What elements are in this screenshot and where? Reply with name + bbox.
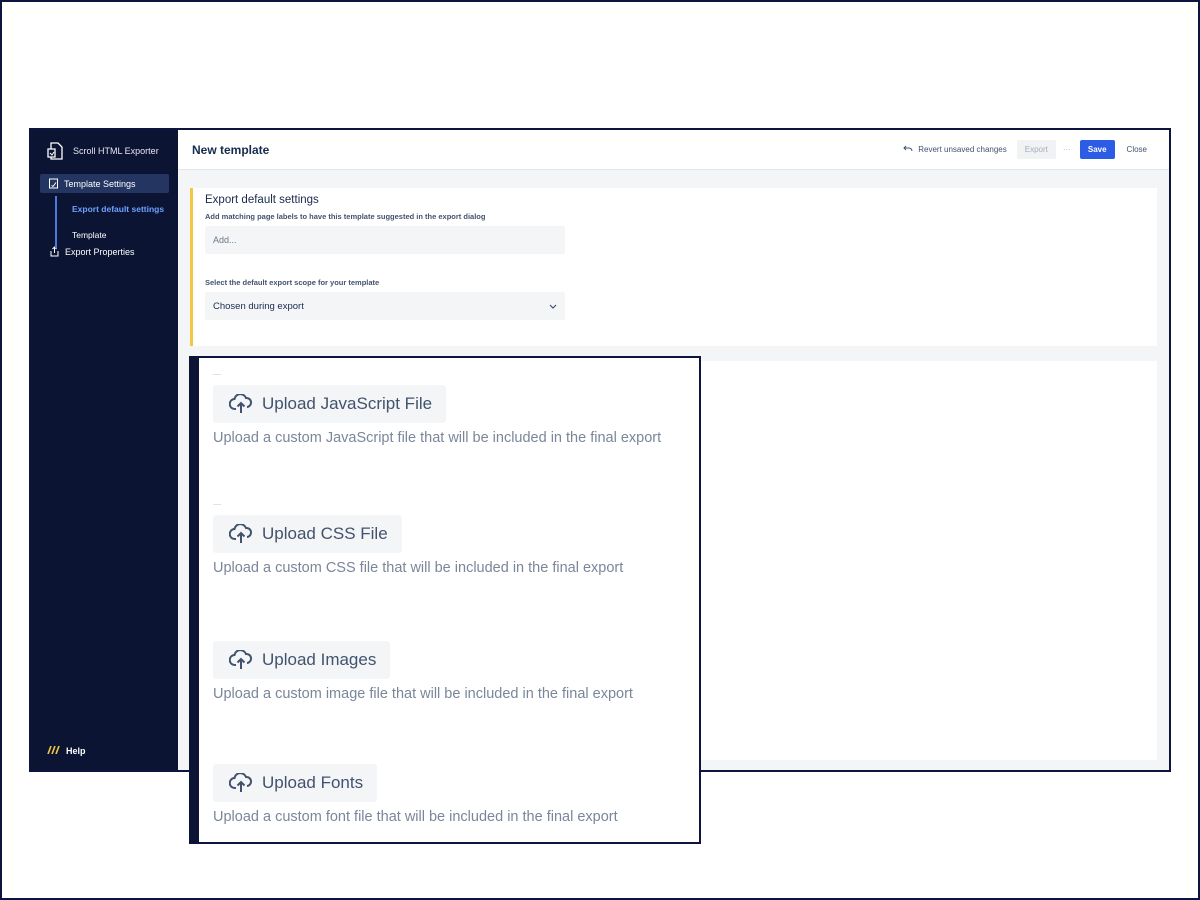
sidebar-item-label: Template Settings — [64, 178, 136, 189]
revert-button[interactable]: Revert unsaved changes — [903, 145, 1007, 154]
app-header: Scroll HTML Exporter — [31, 130, 178, 172]
upload-fonts-button[interactable]: Upload Fonts — [213, 764, 378, 802]
upload-images-label: Upload Images — [262, 650, 377, 669]
sidebar-item-template-settings[interactable]: Template Settings — [40, 174, 169, 193]
upload-javascript-button[interactable]: Upload JavaScript File — [213, 385, 447, 423]
upload-css-label: Upload CSS File — [262, 524, 388, 543]
page-labels-input[interactable]: Add... — [205, 226, 565, 254]
sidebar-nav: Template Settings Export default setting… — [31, 174, 178, 261]
cloud-upload-icon — [229, 394, 253, 414]
page-title: New template — [192, 142, 270, 157]
save-button[interactable]: Save — [1079, 140, 1115, 159]
export-scope-value: Chosen during export — [213, 300, 304, 312]
exporter-logo-icon — [47, 142, 63, 160]
cloud-upload-icon — [229, 650, 253, 670]
upload-images-button[interactable]: Upload Images — [213, 641, 391, 679]
template-settings-icon — [48, 178, 59, 189]
upload-css-button[interactable]: Upload CSS File — [213, 515, 402, 553]
cloud-upload-icon — [229, 524, 253, 544]
upload-javascript-desc: Upload a custom JavaScript file that wil… — [213, 430, 662, 446]
export-button[interactable]: Export — [1016, 140, 1056, 159]
top-bar: New template Revert unsaved changes Expo… — [178, 130, 1169, 170]
page-labels-field-label: Add matching page labels to have this te… — [205, 212, 486, 221]
sidebar: Scroll HTML Exporter Template Settings E… — [31, 130, 178, 770]
upload-images-block: Upload Images Upload a custom image file… — [213, 641, 633, 702]
undo-icon — [903, 145, 913, 154]
help-stripes-icon — [47, 745, 61, 756]
sidebar-subnav: Export default settings Template — [55, 196, 178, 248]
export-default-settings-card: Export default settings Add matching pag… — [190, 188, 1157, 346]
upload-fonts-block: Upload Fonts Upload a custom font file t… — [213, 764, 618, 825]
upload-css-desc: Upload a custom CSS file that will be in… — [213, 560, 624, 576]
upload-css-block: Upload CSS File Upload a custom CSS file… — [213, 504, 623, 576]
card-title: Export default settings — [205, 194, 319, 206]
upload-javascript-label: Upload JavaScript File — [262, 394, 433, 413]
sidebar-subitem-template[interactable]: Template — [72, 222, 178, 248]
help-link[interactable]: Help — [47, 745, 86, 756]
upload-javascript-block: Upload JavaScript File Upload a custom J… — [213, 374, 661, 446]
sidebar-item-label: Export Properties — [65, 246, 135, 257]
app-name: Scroll HTML Exporter — [73, 146, 159, 156]
help-label: Help — [66, 746, 86, 756]
revert-label: Revert unsaved changes — [918, 145, 1007, 154]
export-scope-select[interactable]: Chosen during export — [205, 292, 565, 320]
chevron-down-icon — [549, 301, 557, 312]
upload-images-desc: Upload a custom image file that will be … — [213, 686, 633, 702]
cloud-upload-icon — [229, 773, 253, 793]
upload-zoom-panel: Upload JavaScript File Upload a custom J… — [189, 356, 701, 844]
upload-fonts-label: Upload Fonts — [262, 773, 364, 792]
close-button[interactable]: Close — [1119, 140, 1155, 159]
more-options-button[interactable]: ··· — [1056, 140, 1078, 159]
export-scope-field-label: Select the default export scope for your… — [205, 278, 380, 287]
upload-fonts-desc: Upload a custom font file that will be i… — [213, 809, 618, 825]
sidebar-subitem-export-default-settings[interactable]: Export default settings — [72, 196, 178, 222]
